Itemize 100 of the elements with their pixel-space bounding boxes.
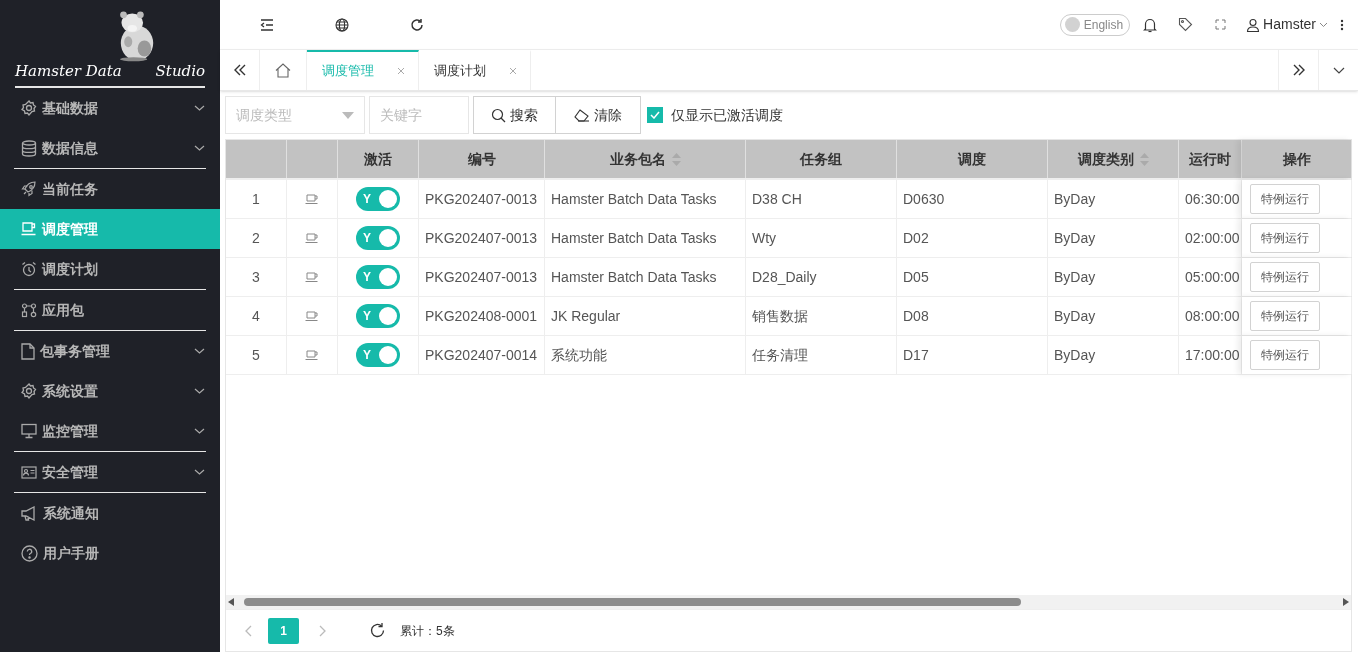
cup-icon[interactable]: [305, 349, 319, 361]
run-button[interactable]: 特例运行: [1249, 340, 1320, 370]
cup-icon[interactable]: [305, 310, 319, 322]
logo-text: Hamster Data: [15, 60, 122, 82]
chevron-down-icon: [1332, 66, 1345, 74]
scroll-left-icon[interactable]: [228, 598, 234, 606]
more-icon[interactable]: [1340, 18, 1344, 31]
home-icon: [275, 62, 291, 78]
table-cell-text: Hamster Batch Data Tasks: [551, 189, 717, 209]
user-icon: [1246, 17, 1261, 32]
alarm-clock-icon: [21, 261, 37, 277]
chevron-down-icon: [194, 469, 205, 475]
sidebar-item[interactable]: 系统设置: [0, 371, 220, 411]
column-header: 激活: [338, 140, 419, 178]
table-cell-text: PKG202407-0013: [425, 228, 538, 248]
gear-icon: [21, 383, 37, 399]
chevron-down-icon: [194, 428, 205, 434]
run-button[interactable]: 特例运行: [1249, 301, 1320, 331]
sidebar-item[interactable]: 监控管理: [0, 411, 220, 451]
cup-icon: [21, 222, 37, 236]
table-cell-text: PKG202408-0001: [425, 306, 538, 326]
sidebar-item[interactable]: 系统通知: [0, 493, 220, 533]
user-menu[interactable]: Hamster: [1246, 14, 1328, 35]
megaphone-icon: [21, 505, 38, 521]
run-button[interactable]: 特例运行: [1249, 184, 1320, 214]
table-cell-text: 17:00:00: [1185, 345, 1240, 365]
eraser-icon: [574, 108, 590, 122]
check-icon: [650, 111, 660, 119]
table-cell-text: PKG202407-0013: [425, 267, 538, 287]
bell-icon[interactable]: [1142, 16, 1159, 33]
table-cell-text: 1: [252, 189, 260, 209]
sidebar-item[interactable]: 安全管理: [0, 452, 220, 492]
table-cell-text: D28_Daily: [752, 267, 817, 287]
table-cell-text: ByDay: [1054, 267, 1096, 287]
table-cell-text: D0630: [903, 189, 945, 209]
table-cell-text: 任务清理: [752, 345, 808, 365]
scroll-right-icon[interactable]: [1343, 598, 1349, 606]
chevron-down-icon: [194, 388, 205, 394]
tag-icon[interactable]: [1178, 17, 1194, 32]
sidebar-item[interactable]: 调度计划: [0, 249, 220, 289]
horizontal-scrollbar[interactable]: [226, 595, 1351, 609]
column-header: 编号: [419, 140, 545, 178]
sidebar-item[interactable]: 当前任务: [0, 169, 220, 209]
run-button[interactable]: 特例运行: [1249, 223, 1320, 253]
table-cell-text: D38 CH: [752, 189, 802, 209]
refresh-icon[interactable]: [410, 17, 424, 32]
clear-button[interactable]: 清除: [556, 96, 641, 134]
document-icon: [21, 342, 35, 360]
column-header: 任务组: [746, 140, 897, 178]
table-cell-text: 系统功能: [551, 345, 607, 365]
database-icon: [21, 139, 37, 157]
nodes-icon: [21, 302, 37, 318]
menu-fold-icon[interactable]: [260, 18, 274, 31]
fullscreen-icon[interactable]: [1215, 19, 1227, 30]
cup-icon[interactable]: [305, 193, 319, 205]
table-cell-text: D17: [903, 345, 929, 365]
table-cell-text: 05:00:00: [1185, 267, 1240, 287]
column-header: 调度: [897, 140, 1048, 178]
cup-icon[interactable]: [305, 232, 319, 244]
column-header: 运行时: [1179, 140, 1242, 178]
table-cell-text: PKG202407-0014: [425, 345, 538, 365]
table-cell-text: 销售数据: [752, 306, 808, 326]
tab[interactable]: 调度计划: [419, 50, 531, 90]
sidebar-item[interactable]: 基础数据: [0, 88, 220, 128]
table-cell-text: 5: [252, 345, 260, 365]
keyword-field[interactable]: 关键字: [369, 96, 469, 134]
run-button[interactable]: 特例运行: [1249, 262, 1320, 292]
help-icon: [21, 544, 38, 562]
refresh-icon[interactable]: [369, 622, 386, 639]
table-cell-text: JK Regular: [551, 306, 621, 326]
checkbox[interactable]: [647, 107, 663, 123]
globe-icon[interactable]: [335, 17, 349, 32]
sidebar-item[interactable]: 包事务管理: [0, 331, 220, 371]
table-cell-text: Wty: [752, 228, 777, 248]
sidebar-item[interactable]: 应用包: [0, 290, 220, 330]
sidebar-item[interactable]: 用户手册: [0, 533, 220, 573]
column-header: 操作: [1242, 140, 1352, 178]
table-cell-text: 3: [252, 267, 260, 287]
table-cell-text: 2: [252, 228, 260, 248]
cup-icon[interactable]: [305, 271, 319, 283]
close-icon[interactable]: [397, 67, 405, 75]
previous-page-icon[interactable]: [244, 624, 252, 637]
id-card-icon: [21, 465, 37, 479]
table-cell-text: 02:00:00: [1185, 228, 1240, 248]
logo-text: Studio: [155, 60, 205, 82]
checkbox-label: 仅显示已激活调度: [671, 105, 783, 125]
chevron-down-icon: [194, 348, 205, 354]
total-count: 累计：5条: [400, 622, 455, 640]
rocket-icon: [21, 181, 37, 197]
sidebar-item[interactable]: 数据信息: [0, 128, 220, 168]
column-header[interactable]: 调度类别: [1048, 140, 1179, 178]
column-header[interactable]: 业务包名: [545, 140, 746, 178]
next-page-icon[interactable]: [319, 624, 327, 637]
table-cell-text: 06:30:00: [1185, 189, 1240, 209]
table-cell-text: Hamster Batch Data Tasks: [551, 267, 717, 287]
close-icon[interactable]: [509, 67, 517, 75]
table-cell-text: PKG202407-0013: [425, 189, 538, 209]
gear-icon: [21, 100, 37, 116]
search-button[interactable]: 搜索: [473, 96, 556, 134]
dropdown-icon: [342, 111, 354, 119]
